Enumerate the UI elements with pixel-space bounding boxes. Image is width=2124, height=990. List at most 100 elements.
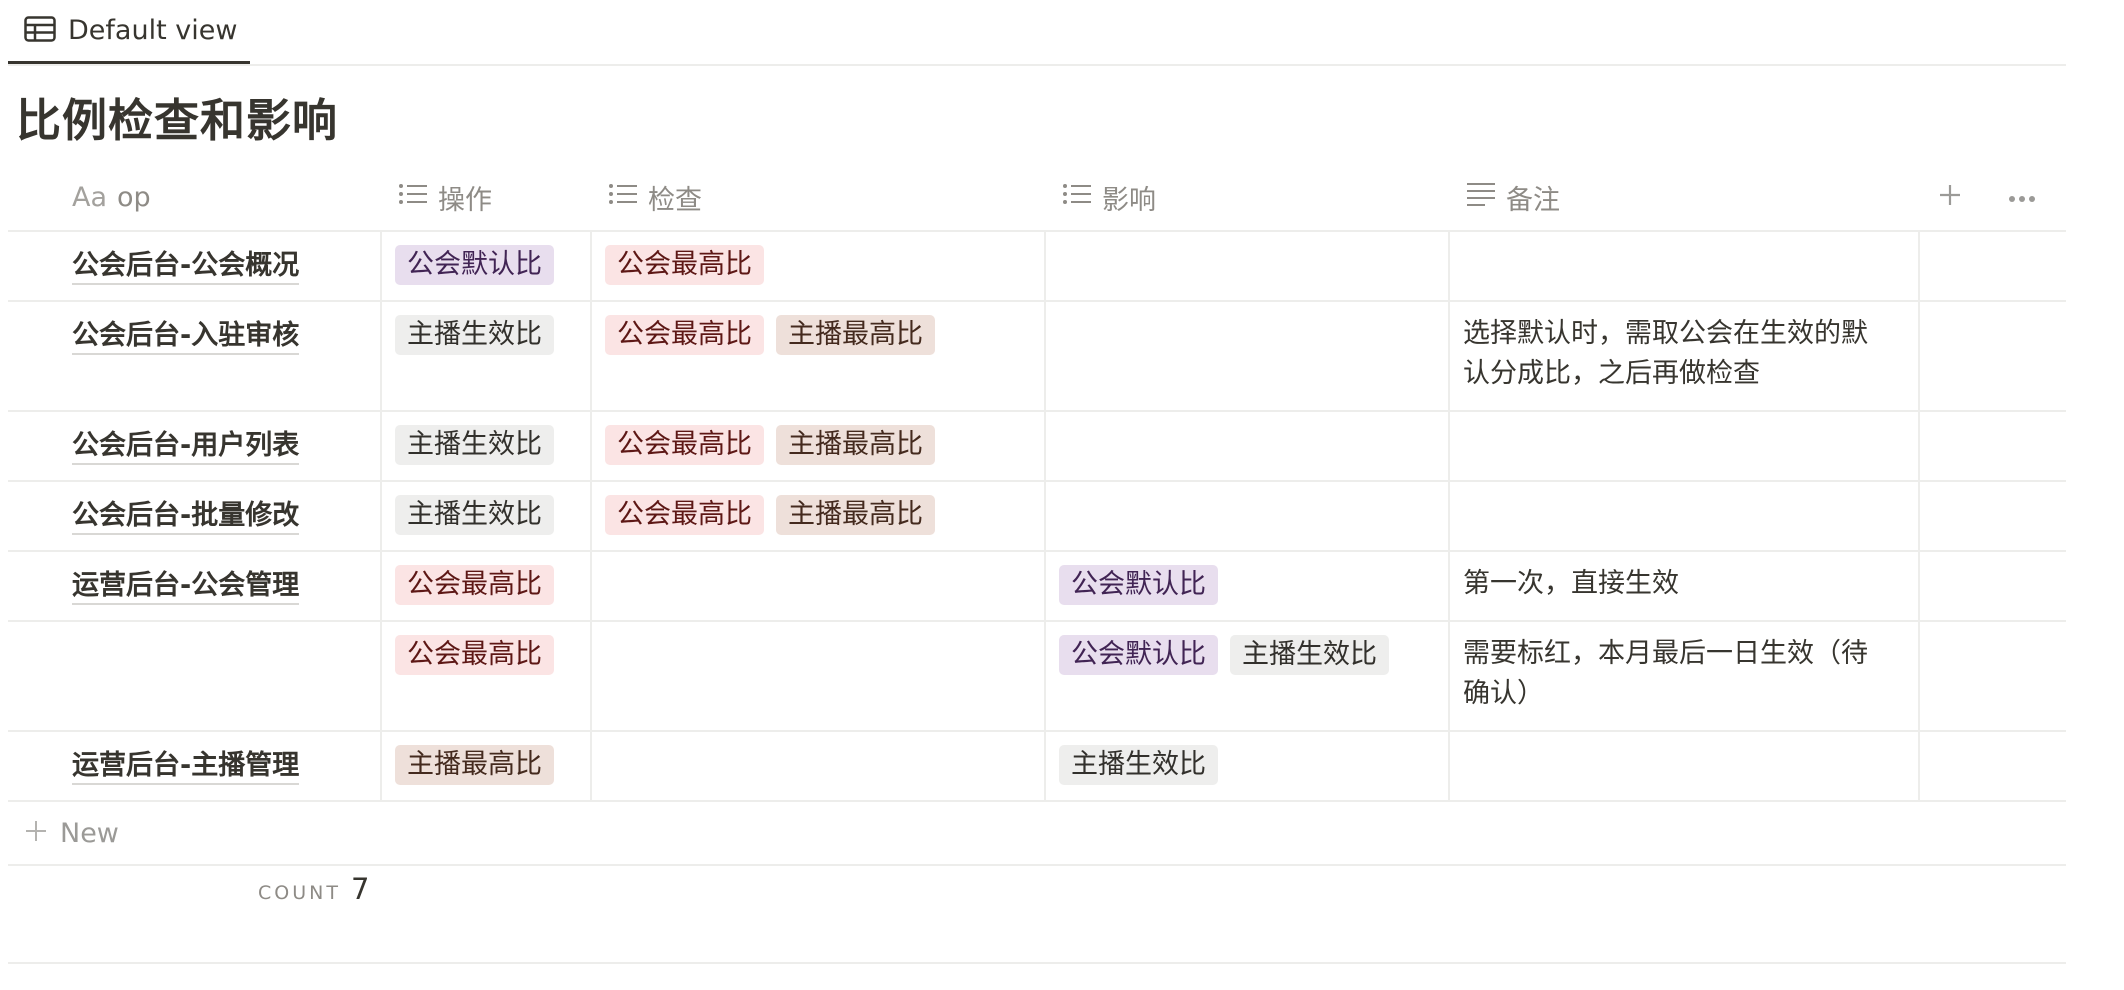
cell-empty[interactable]	[1920, 622, 2066, 730]
cell-check[interactable]: 公会最高比 主播最高比	[592, 302, 1046, 410]
cell-empty[interactable]	[1920, 732, 2066, 800]
tag-list: 公会最高比	[605, 245, 1031, 285]
cell-impact[interactable]	[1046, 482, 1450, 550]
cell-empty[interactable]	[1920, 412, 2066, 480]
cell-check[interactable]	[592, 732, 1046, 800]
cell-check[interactable]	[592, 622, 1046, 730]
row-title[interactable]: 运营后台-公会管理	[72, 569, 300, 605]
select-tag: 主播生效比	[395, 315, 554, 355]
cell-op[interactable]: 公会后台-用户列表	[8, 412, 382, 480]
cell-check[interactable]: 公会最高比 主播最高比	[592, 482, 1046, 550]
text-icon	[1466, 181, 1496, 214]
row-title[interactable]: 运营后台-主播管理	[72, 749, 300, 785]
count-value: 7	[350, 872, 370, 906]
list-icon	[608, 182, 638, 213]
column-header-impact[interactable]: 影响	[1046, 164, 1450, 230]
table-row[interactable]: 公会后台-入驻审核 主播生效比 公会最高比 主播最高比 选择默认时，需取公会在生效的默认…	[8, 302, 2066, 412]
select-tag: 主播最高比	[776, 495, 935, 535]
cell-note[interactable]	[1450, 232, 1920, 300]
more-options-icon[interactable]	[2008, 188, 2036, 207]
column-header-op[interactable]: Aa op	[8, 164, 382, 230]
row-title[interactable]: 公会后台-用户列表	[72, 429, 300, 465]
new-row-button[interactable]: New	[8, 802, 2066, 866]
plus-icon	[24, 819, 48, 847]
cell-empty[interactable]	[1920, 302, 2066, 410]
row-title[interactable]: 公会后台-批量修改	[72, 499, 300, 535]
tag-list: 公会默认比	[1059, 565, 1435, 605]
select-tag: 主播生效比	[1059, 745, 1218, 785]
row-title[interactable]: 公会后台-入驻审核	[72, 319, 300, 355]
view-tab-default[interactable]: Default view	[8, 0, 250, 64]
tag-list: 公会最高比 主播最高比	[605, 315, 1031, 355]
header-actions	[1938, 164, 2036, 230]
list-icon	[1062, 182, 1092, 213]
cell-impact[interactable]: 公会默认比	[1046, 552, 1450, 620]
cell-action[interactable]: 主播最高比	[382, 732, 592, 800]
cell-impact[interactable]	[1046, 302, 1450, 410]
column-header-check[interactable]: 检查	[592, 164, 1046, 230]
select-tag: 公会最高比	[605, 315, 764, 355]
tag-list: 主播生效比	[395, 425, 577, 465]
cell-empty[interactable]	[1920, 232, 2066, 300]
cell-action[interactable]: 主播生效比	[382, 412, 592, 480]
table-icon	[24, 15, 56, 46]
cell-op[interactable]: 公会后台-批量修改	[8, 482, 382, 550]
add-property-icon[interactable]	[1938, 183, 1962, 211]
cell-op[interactable]	[8, 622, 382, 730]
tag-list: 主播生效比	[1059, 745, 1435, 785]
cell-check[interactable]	[592, 552, 1046, 620]
table-row[interactable]: 公会后台-公会概况 公会默认比 公会最高比	[8, 232, 2066, 302]
cell-op[interactable]: 公会后台-入驻审核	[8, 302, 382, 410]
cell-impact[interactable]: 主播生效比	[1046, 732, 1450, 800]
cell-action[interactable]: 主播生效比	[382, 482, 592, 550]
cell-note[interactable]: 需要标红，本月最后一日生效（待 确认）	[1450, 622, 1920, 730]
cell-note[interactable]	[1450, 412, 1920, 480]
count-label: COUNT	[258, 882, 341, 904]
cell-note[interactable]	[1450, 482, 1920, 550]
note-text: 第一次，直接生效	[1463, 568, 1679, 599]
table-row[interactable]: 公会后台-批量修改 主播生效比 公会最高比 主播最高比	[8, 482, 2066, 552]
tag-list: 主播生效比	[395, 495, 577, 535]
cell-op[interactable]: 运营后台-公会管理	[8, 552, 382, 620]
cell-empty[interactable]	[1920, 552, 2066, 620]
cell-op[interactable]: 公会后台-公会概况	[8, 232, 382, 300]
column-header-label: 备注	[1506, 184, 1560, 216]
select-tag: 主播最高比	[395, 745, 554, 785]
column-header-action[interactable]: 操作	[382, 164, 592, 230]
table-header: Aa op 操作 检查 影响 备注	[8, 164, 2066, 232]
select-tag: 公会最高比	[395, 565, 554, 605]
table-row[interactable]: 运营后台-公会管理 公会最高比 公会默认比 第一次，直接生效	[8, 552, 2066, 622]
cell-note[interactable]: 第一次，直接生效	[1450, 552, 1920, 620]
note-text: 认分成比，之后再做检查	[1463, 358, 1760, 389]
cell-impact[interactable]	[1046, 232, 1450, 300]
select-tag: 主播生效比	[395, 425, 554, 465]
cell-note[interactable]	[1450, 732, 1920, 800]
cell-action[interactable]: 公会默认比	[382, 232, 592, 300]
cell-check[interactable]: 公会最高比	[592, 232, 1046, 300]
title-property-icon: Aa	[72, 181, 108, 213]
cell-action[interactable]: 公会最高比	[382, 622, 592, 730]
cell-impact[interactable]	[1046, 412, 1450, 480]
row-title[interactable]: 公会后台-公会概况	[72, 249, 300, 285]
tab-divider	[8, 64, 2066, 66]
list-icon	[398, 182, 428, 213]
cell-empty[interactable]	[1920, 482, 2066, 550]
table-row[interactable]: 公会后台-用户列表 主播生效比 公会最高比 主播最高比	[8, 412, 2066, 482]
cell-impact[interactable]: 公会默认比 主播生效比	[1046, 622, 1450, 730]
table-body: 公会后台-公会概况 公会默认比 公会最高比 公会后台-入驻审核 主播生效比 公会最高比 主播…	[8, 232, 2066, 802]
note-text: 确认）	[1463, 678, 1544, 709]
table-row[interactable]: 公会最高比 公会默认比 主播生效比 需要标红，本月最后一日生效（待 确认）	[8, 622, 2066, 732]
column-header-note[interactable]: 备注	[1450, 164, 1920, 230]
select-tag: 公会最高比	[395, 635, 554, 675]
select-tag: 公会默认比	[395, 245, 554, 285]
column-header-label: 检查	[648, 184, 702, 216]
note-text: 选择默认时，需取公会在生效的默	[1463, 318, 1868, 349]
cell-check[interactable]: 公会最高比 主播最高比	[592, 412, 1046, 480]
cell-action[interactable]: 主播生效比	[382, 302, 592, 410]
cell-note[interactable]: 选择默认时，需取公会在生效的默 认分成比，之后再做检查	[1450, 302, 1920, 410]
cell-op[interactable]: 运营后台-主播管理	[8, 732, 382, 800]
table-row[interactable]: 运营后台-主播管理 主播最高比 主播生效比	[8, 732, 2066, 802]
page-title[interactable]: 比例检查和影响	[16, 84, 338, 149]
cell-action[interactable]: 公会最高比	[382, 552, 592, 620]
count-summary[interactable]: COUNT 7	[258, 872, 369, 906]
